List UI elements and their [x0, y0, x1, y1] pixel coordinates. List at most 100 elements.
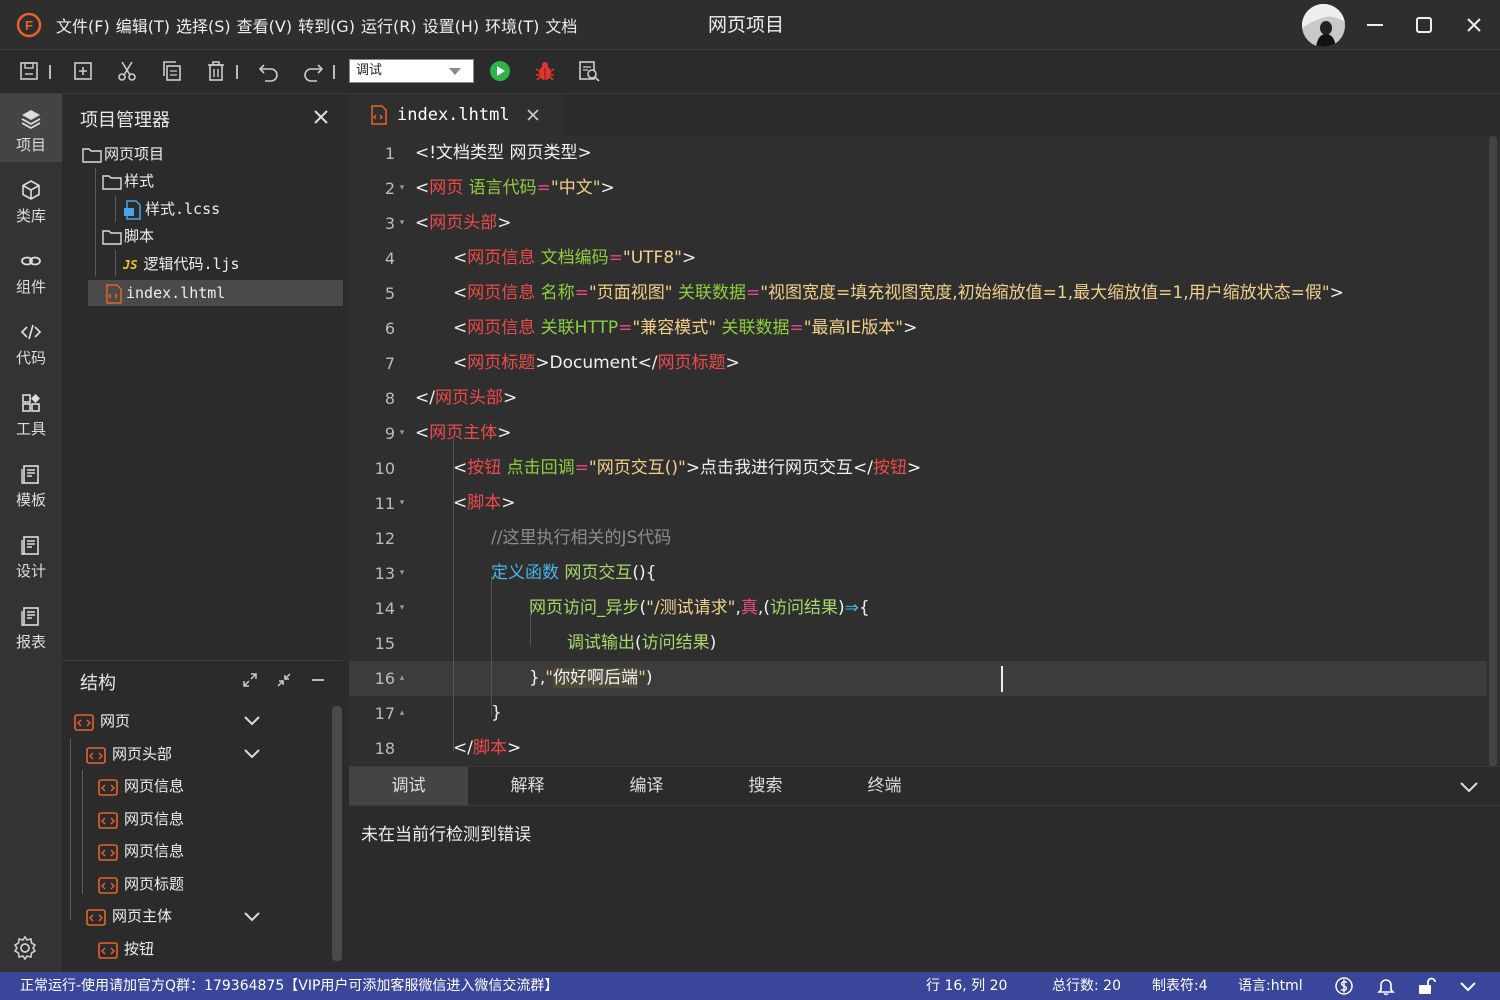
structure-node-head[interactable]: 网页头部 [86, 739, 172, 769]
tab-index-lhtml[interactable]: index.lhtml [349, 94, 564, 136]
menu-run[interactable]: 运行(R) [361, 13, 417, 37]
fold-toggle-icon[interactable]: ▴ [397, 696, 407, 731]
tree-file-style-lcss[interactable]: 样式.lcss [123, 196, 220, 222]
tree-folder-styles[interactable]: 样式 [102, 168, 154, 194]
menu-view[interactable]: 查看(V) [237, 13, 292, 37]
chevron-down-icon[interactable] [242, 906, 262, 926]
panel-tab-compile[interactable]: 编译 [587, 767, 706, 805]
tree-file-index-lhtml[interactable]: index.lhtml [88, 280, 343, 306]
code-line[interactable]: 14 ▾ 网页访问_异步("/测试请求",真,(访问结果)⇒{ [349, 591, 1487, 626]
close-window-icon[interactable] [1461, 12, 1487, 38]
fold-toggle-icon[interactable]: ▾ [397, 416, 407, 451]
code-line[interactable]: 11 ▾ <脚本> [349, 486, 1487, 521]
fold-toggle-icon[interactable]: ▴ [397, 661, 407, 696]
chevron-down-icon[interactable] [242, 743, 262, 763]
structure-scrollbar[interactable] [332, 706, 342, 961]
chevron-down-icon[interactable] [1458, 976, 1478, 996]
menu-goto[interactable]: 转到(G) [298, 13, 355, 37]
fold-toggle-icon[interactable]: ▾ [397, 206, 407, 241]
scrollbar-thumb[interactable] [1489, 136, 1497, 766]
structure-node-meta[interactable]: 网页信息 [98, 836, 184, 866]
menu-edit[interactable]: 编辑(T) [116, 13, 170, 37]
user-avatar[interactable] [1302, 4, 1345, 47]
code-token: 网页标题 [657, 353, 726, 373]
code-line[interactable]: 4 <网页信息 文档编码="UTF8"> [349, 241, 1487, 276]
delete-icon[interactable] [204, 59, 228, 83]
cursor-position[interactable]: 行 16, 列 20 [926, 972, 1007, 1000]
collapse-icon[interactable] [276, 672, 292, 688]
activity-project[interactable]: 项目 [0, 94, 62, 162]
tree-folder-web-project[interactable]: 网页项目 [82, 141, 164, 167]
copy-icon[interactable] [160, 59, 184, 83]
dollar-icon[interactable] [1334, 976, 1354, 996]
code-line[interactable]: 1 <!文档类型 网页类型> [349, 136, 1487, 171]
structure-node-meta[interactable]: 网页信息 [98, 771, 184, 801]
structure-node-web[interactable]: 网页 [74, 706, 130, 736]
bell-icon[interactable] [1376, 976, 1396, 996]
editor-scrollbar[interactable] [1487, 136, 1499, 766]
fold-toggle-icon[interactable]: ▾ [397, 486, 407, 521]
chevron-down-icon[interactable] [1459, 777, 1479, 797]
tree-folder-scripts[interactable]: 脚本 [102, 223, 154, 249]
fold-toggle-icon[interactable]: ▾ [397, 171, 407, 206]
code-line[interactable]: 2 ▾ <网页 语言代码="中文"> [349, 171, 1487, 206]
code-line[interactable]: 6 <网页信息 关联HTTP="兼容模式" 关联数据="最高IE版本"> [349, 311, 1487, 346]
panel-tab-search[interactable]: 搜索 [706, 767, 825, 805]
code-line[interactable]: 3 ▾ <网页头部> [349, 206, 1487, 241]
activity-reports[interactable]: 报表 [0, 591, 62, 659]
activity-code[interactable]: 代码 [0, 307, 62, 375]
chevron-down-icon[interactable] [242, 710, 262, 730]
tab-size[interactable]: 制表符:4 [1152, 972, 1208, 1000]
close-icon[interactable] [526, 108, 540, 122]
language-mode[interactable]: 语言:html [1238, 972, 1303, 1000]
run-config-select[interactable]: 调试 [349, 59, 474, 83]
fold-toggle-icon[interactable]: ▾ [397, 556, 407, 591]
code-line[interactable]: 10 <按钮 点击回调="网页交互()">点击我进行网页交互</按钮> [349, 451, 1487, 486]
run-icon[interactable] [488, 59, 512, 83]
panel-tab-debug[interactable]: 调试 [349, 767, 468, 805]
preview-search-icon[interactable] [577, 59, 601, 83]
code-editor[interactable]: 1 <!文档类型 网页类型> 2 ▾ <网页 语言代码="中文"> 3 ▾ <网页头部> 4 <网… [349, 136, 1500, 766]
undo-icon[interactable] [257, 59, 281, 83]
structure-node-title[interactable]: 网页标题 [98, 869, 184, 899]
gear-icon[interactable] [12, 935, 38, 961]
code-line[interactable]: 12 //这里执行相关的JS代码 [349, 521, 1487, 556]
cut-icon[interactable] [115, 59, 139, 83]
structure-node-body[interactable]: 网页主体 [86, 901, 172, 931]
expand-icon[interactable] [242, 672, 258, 688]
code-line[interactable]: 9 ▾ <网页主体> [349, 416, 1487, 451]
maximize-icon[interactable] [1411, 12, 1437, 38]
fold-toggle-icon[interactable]: ▾ [397, 591, 407, 626]
activity-design[interactable]: 设计 [0, 520, 62, 588]
unlock-icon[interactable] [1416, 976, 1436, 996]
structure-node-meta[interactable]: 网页信息 [98, 804, 184, 834]
code-line[interactable]: 18 </脚本> [349, 731, 1487, 766]
panel-tab-terminal[interactable]: 终端 [825, 767, 944, 805]
close-icon[interactable] [312, 108, 330, 126]
menu-select[interactable]: 选择(S) [176, 13, 231, 37]
code-line[interactable]: 5 <网页信息 名称="页面视图" 关联数据="视图宽度=填充视图宽度,初始缩放值… [349, 276, 1487, 311]
tree-file-logic-ljs[interactable]: JS 逻辑代码.ljs [123, 251, 240, 277]
menu-docs[interactable]: 文档 [545, 13, 577, 37]
save-icon[interactable] [17, 59, 41, 83]
minimize-panel-icon[interactable] [310, 672, 326, 688]
new-file-icon[interactable] [71, 59, 95, 83]
panel-tab-interpret[interactable]: 解释 [468, 767, 587, 805]
debug-bug-icon[interactable] [533, 59, 557, 83]
code-line[interactable]: 16 ▴},"你好啊后端") [349, 661, 1487, 696]
activity-tools[interactable]: 工具 [0, 378, 62, 446]
activity-components[interactable]: 组件 [0, 236, 62, 304]
code-line[interactable]: 15 调试输出(访问结果) [349, 626, 1487, 661]
code-line[interactable]: 8 </网页头部> [349, 381, 1487, 416]
minimize-icon[interactable] [1362, 12, 1388, 38]
menu-environment[interactable]: 环境(T) [485, 13, 539, 37]
menu-settings[interactable]: 设置(H) [423, 13, 480, 37]
structure-node-button[interactable]: 按钮 [98, 934, 154, 964]
activity-library[interactable]: 类库 [0, 165, 62, 233]
code-line[interactable]: 7 <网页标题>Document</网页标题> [349, 346, 1487, 381]
activity-templates[interactable]: 模板 [0, 449, 62, 517]
code-line[interactable]: 17 ▴} [349, 696, 1487, 731]
redo-icon[interactable] [301, 59, 325, 83]
code-line[interactable]: 13 ▾ 定义函数 网页交互(){ [349, 556, 1487, 591]
menu-file[interactable]: 文件(F) [56, 13, 110, 37]
